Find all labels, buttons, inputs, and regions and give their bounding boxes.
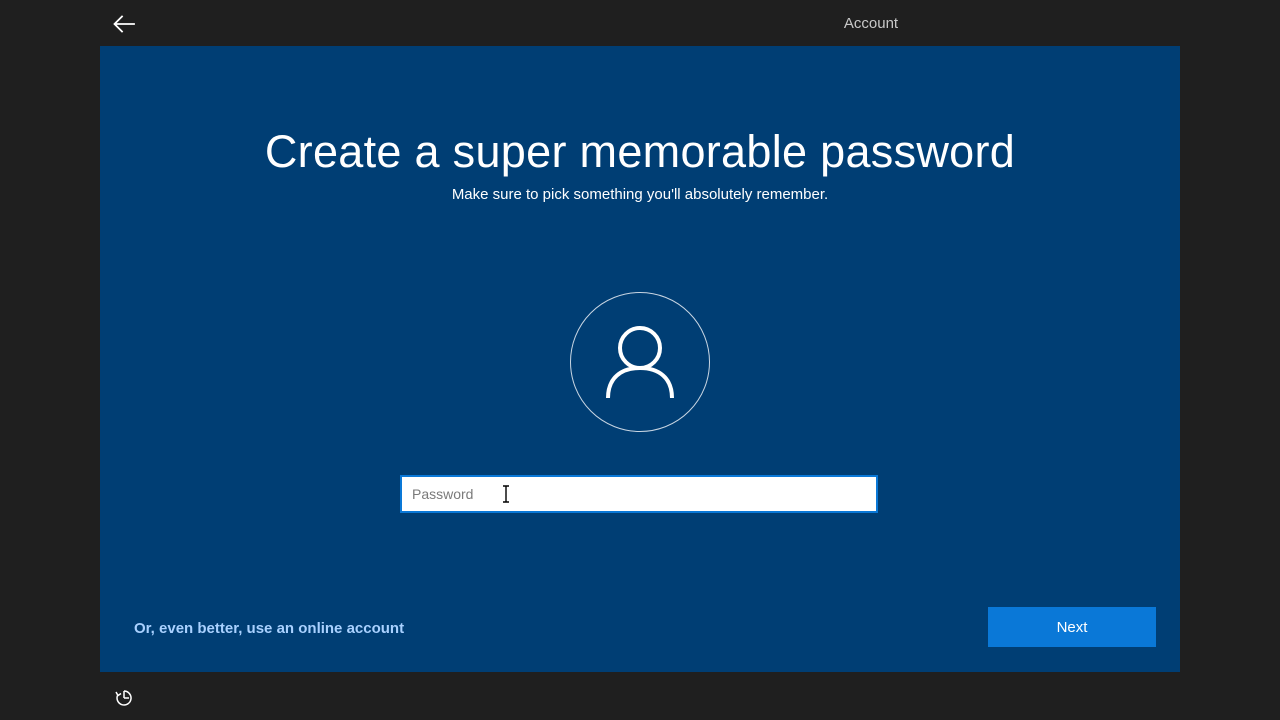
avatar bbox=[570, 292, 710, 432]
tab-account-label: Account bbox=[843, 15, 899, 32]
password-input[interactable] bbox=[402, 477, 876, 511]
next-button[interactable]: Next bbox=[988, 607, 1156, 647]
ease-of-access-icon bbox=[115, 690, 132, 706]
page-subtitle: Make sure to pick something you'll absol… bbox=[451, 186, 829, 203]
top-bar: Account bbox=[0, 0, 1280, 48]
arrow-left-icon bbox=[113, 15, 135, 33]
setup-panel: Create a super memorable password Make s… bbox=[100, 46, 1180, 672]
user-icon bbox=[606, 326, 674, 399]
oobe-screen: Account Create a super memorable passwor… bbox=[0, 0, 1280, 720]
tab-account[interactable]: Account bbox=[768, 0, 974, 48]
ease-of-access-button[interactable] bbox=[112, 686, 136, 710]
online-account-link[interactable]: Or, even better, use an online account bbox=[134, 620, 404, 637]
page-title: Create a super memorable password bbox=[264, 126, 1016, 177]
back-button[interactable] bbox=[108, 8, 140, 40]
password-field-container bbox=[400, 475, 878, 513]
